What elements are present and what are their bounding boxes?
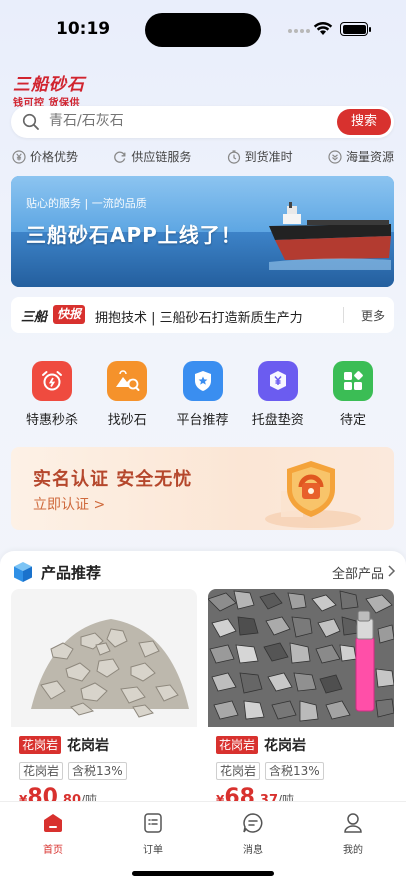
product-name: 花岗岩: [67, 738, 109, 754]
feature-label: 海量资源: [345, 150, 394, 164]
quick-menu: 特惠秒杀 找砂石 平台推荐 托盘垫资 待定: [11, 361, 394, 428]
verify-banner[interactable]: 实名认证 安全无忧 立即认证 >: [11, 447, 394, 530]
cargo-ship-image: [269, 202, 391, 270]
quick-item-label: 特惠秒杀: [25, 413, 78, 428]
news-ticker[interactable]: 三船 快报 拥抱技术 | 三船砂石打造新质生产力 更多: [11, 297, 394, 333]
product-recommend-section: 产品推荐 全部产品 花岗岩 花岗岩 花岗岩 含税13% ¥80 /吨 花岗岩 花…: [0, 551, 406, 819]
tab-label: 订单: [143, 845, 163, 856]
product-tags: 花岗岩 含税13%: [19, 762, 127, 780]
wifi-icon: [313, 21, 333, 35]
tab-label: 我的: [343, 845, 363, 856]
order-icon: [144, 813, 162, 833]
feature-resources: 海量资源: [328, 148, 394, 165]
tab-home[interactable]: 首页: [23, 812, 83, 856]
status-time: 10:19: [56, 19, 111, 39]
quick-item-label: 待定: [339, 413, 366, 428]
promo-banner[interactable]: 贴心的服务 | 一流的品质 三船砂石APP上线了！: [11, 176, 394, 287]
shield-star-icon: [182, 361, 223, 401]
feature-price: 价格优势: [12, 148, 78, 165]
signal-icon: [288, 29, 310, 33]
tab-profile[interactable]: 我的: [323, 812, 383, 856]
product-category-badge: 花岗岩: [19, 736, 62, 754]
home-indicator: [132, 871, 274, 876]
refresh-icon: [114, 151, 126, 163]
product-tag: 花岗岩: [19, 762, 64, 780]
quick-item-pallet-finance[interactable]: 托盘垫资: [243, 361, 313, 428]
quick-item-flash-sale[interactable]: 特惠秒杀: [17, 361, 87, 428]
verify-title: 实名认证 安全无忧: [33, 469, 193, 490]
logo-name: 三船砂石: [13, 75, 85, 95]
clock-icon: [227, 149, 240, 164]
quick-item-find-sand[interactable]: 找砂石: [92, 361, 162, 428]
product-tag: 含税13%: [68, 762, 127, 780]
chevron-double-down-icon: [328, 149, 342, 164]
search-icon: [22, 113, 39, 130]
shield-icon: [265, 461, 361, 528]
chevron-right-icon[interactable]: [386, 564, 396, 578]
product-image: [208, 589, 394, 727]
tab-label: 消息: [243, 845, 263, 856]
tab-orders[interactable]: 订单: [123, 812, 183, 856]
feature-on-time: 到货准时: [227, 148, 293, 165]
ticker-brand: 三船: [21, 310, 48, 325]
battery-icon: [340, 22, 371, 36]
yen-coin-icon: [257, 361, 298, 401]
ticker-tag: 快报: [53, 305, 86, 324]
products-title: 产品推荐: [41, 564, 102, 582]
quick-item-label: 找砂石: [107, 413, 147, 428]
product-name: 花岗岩: [264, 738, 306, 754]
feature-label: 价格优势: [30, 150, 79, 164]
products-header: 产品推荐 全部产品: [12, 561, 396, 583]
product-card[interactable]: 花岗岩 花岗岩 花岗岩 含税13% ¥68.37/吨: [208, 589, 394, 819]
search-input[interactable]: [49, 113, 329, 129]
verify-now-link[interactable]: 立即认证 >: [33, 494, 105, 514]
product-tag: 花岗岩: [216, 762, 261, 780]
home-icon: [44, 814, 62, 832]
product-tag: 含税13%: [265, 762, 324, 780]
quick-item-label: 平台推荐: [176, 413, 229, 428]
quick-item-label: 托盘垫资: [251, 413, 304, 428]
ticker-more-link[interactable]: 更多: [361, 307, 385, 324]
grid-icon: [333, 361, 373, 401]
quick-item-pending[interactable]: 待定: [318, 361, 388, 428]
tab-label: 首页: [43, 845, 63, 856]
feature-strip: 价格优势 供应链服务 到货准时 海量资源: [12, 148, 394, 165]
alarm-clock-icon: [32, 361, 72, 401]
quick-item-recommend[interactable]: 平台推荐: [168, 361, 238, 428]
ticker-divider: [343, 307, 344, 323]
feature-label: 供应链服务: [131, 150, 192, 164]
all-products-link[interactable]: 全部产品: [332, 563, 384, 582]
product-category-badge: 花岗岩: [216, 736, 259, 754]
tab-messages[interactable]: 消息: [223, 812, 283, 856]
product-image: [11, 589, 197, 727]
search-bar[interactable]: 搜索: [11, 106, 394, 138]
dynamic-island: [145, 13, 261, 47]
sand-pile-icon: [107, 361, 148, 401]
yen-icon: [12, 149, 26, 164]
feature-label: 到货准时: [244, 150, 293, 164]
feature-supply-chain: 供应链服务: [113, 148, 191, 165]
message-icon: [243, 813, 263, 833]
cube-icon: [14, 562, 32, 582]
search-button[interactable]: 搜索: [337, 109, 391, 135]
ticker-headline[interactable]: 拥抱技术 | 三船砂石打造新质生产力: [95, 307, 303, 326]
app-logo: 三船砂石 钱可控 货保供: [13, 70, 85, 109]
banner-subtitle: 贴心的服务 | 一流的品质: [26, 197, 147, 210]
user-icon: [344, 813, 362, 833]
banner-title: 三船砂石APP上线了！: [26, 223, 242, 247]
status-bar: 10:19: [0, 0, 406, 60]
product-tags: 花岗岩 含税13%: [216, 762, 324, 780]
product-card[interactable]: 花岗岩 花岗岩 花岗岩 含税13% ¥80.80/吨: [11, 589, 197, 819]
